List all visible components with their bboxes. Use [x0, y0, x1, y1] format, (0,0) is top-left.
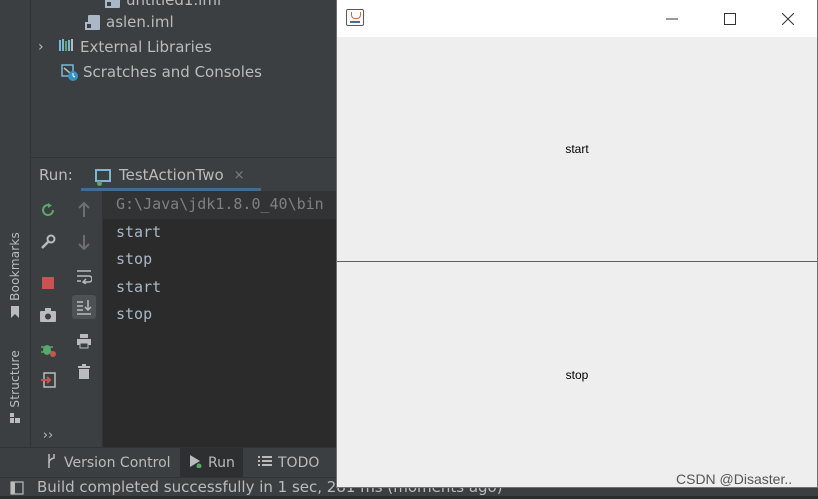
java-frame-window: start stop	[336, 0, 818, 488]
trash-icon[interactable]	[72, 360, 96, 384]
run-icon	[188, 454, 202, 472]
minimize-icon	[666, 18, 678, 19]
module-file-icon	[105, 0, 120, 8]
console-tab-icon	[95, 168, 111, 186]
stop-button[interactable]: stop	[337, 262, 817, 487]
run-tool-header: Run: TestActionTwo ×	[31, 157, 336, 192]
structure-label: Structure	[8, 350, 22, 408]
chevron-right-icon: ›	[38, 39, 44, 55]
close-icon	[782, 12, 794, 25]
minimize-button[interactable]	[643, 0, 701, 37]
console-line: start	[116, 222, 162, 241]
start-button[interactable]: start	[337, 37, 817, 262]
run-tab-label: TestActionTwo	[119, 166, 224, 184]
branch-icon	[45, 453, 57, 473]
tree-item-label: untitled1.iml	[126, 0, 222, 9]
console-command-line: G:\Java\jdk1.8.0_40\bin	[103, 191, 336, 219]
tree-item-label: Scratches and Consoles	[83, 63, 262, 81]
tree-item-aslen-iml[interactable]: aslen.iml	[85, 10, 174, 34]
run-label: Run:	[39, 166, 73, 184]
maximize-icon	[724, 12, 736, 25]
left-tool-stripe: Bookmarks Structure	[0, 0, 31, 447]
console-line: stop	[116, 305, 153, 323]
bookmarks-label: Bookmarks	[8, 232, 22, 301]
todo-list-icon	[258, 455, 272, 471]
tab-label: Run	[208, 455, 235, 471]
scratches-icon	[61, 64, 78, 81]
exit-icon[interactable]	[36, 368, 60, 392]
tab-label: TODO	[278, 455, 320, 471]
camera-icon[interactable]	[36, 303, 60, 327]
maximize-button[interactable]	[701, 0, 759, 37]
console-output[interactable]: G:\Java\jdk1.8.0_40\bin start stop start…	[103, 191, 336, 447]
bookmark-icon	[9, 305, 21, 322]
tree-item-external-libraries[interactable]: › External Libraries	[38, 35, 212, 59]
tab-run[interactable]: Run	[180, 448, 243, 478]
run-toolbar-secondary	[66, 191, 103, 447]
library-icon	[58, 38, 74, 56]
watermark: CSDN @Disaster..	[676, 471, 793, 487]
more-tools-icon[interactable]: ››	[36, 423, 60, 447]
console-line: start	[116, 277, 162, 296]
structure-icon	[9, 412, 21, 427]
tree-item-scratches[interactable]: Scratches and Consoles	[61, 60, 262, 84]
soft-wrap-icon[interactable]	[72, 264, 96, 288]
window-titlebar[interactable]	[337, 0, 817, 38]
tab-todo[interactable]: TODO	[258, 448, 319, 478]
structure-tool-tab[interactable]: Structure	[4, 350, 26, 427]
print-icon[interactable]	[72, 329, 96, 353]
run-toolbar-primary: ››	[31, 191, 66, 447]
scroll-to-end-icon[interactable]	[72, 295, 96, 319]
close-window-button[interactable]	[759, 0, 817, 37]
tree-item-label: aslen.iml	[106, 13, 174, 31]
java-coffee-icon	[346, 9, 364, 26]
arrow-up-icon[interactable]	[72, 198, 96, 222]
tab-version-control[interactable]: Version Control	[45, 448, 171, 478]
stop-icon[interactable]	[36, 271, 60, 295]
project-panel: untitled1.iml aslen.iml › External Libra…	[31, 0, 336, 157]
run-tab-testactiontwo[interactable]: TestActionTwo ×	[95, 158, 261, 192]
close-icon[interactable]: ×	[234, 168, 245, 183]
status-toggle-icon[interactable]	[10, 480, 24, 499]
wrench-icon[interactable]	[36, 230, 60, 254]
rerun-icon[interactable]	[36, 198, 60, 222]
tab-label: Version Control	[64, 455, 171, 471]
module-file-icon	[85, 14, 100, 30]
bookmarks-tool-tab[interactable]: Bookmarks	[4, 232, 26, 322]
console-line: stop	[116, 250, 153, 268]
debug-bug-icon[interactable]	[36, 337, 60, 361]
arrow-down-icon[interactable]	[72, 230, 96, 254]
tree-item-label: External Libraries	[80, 38, 212, 56]
